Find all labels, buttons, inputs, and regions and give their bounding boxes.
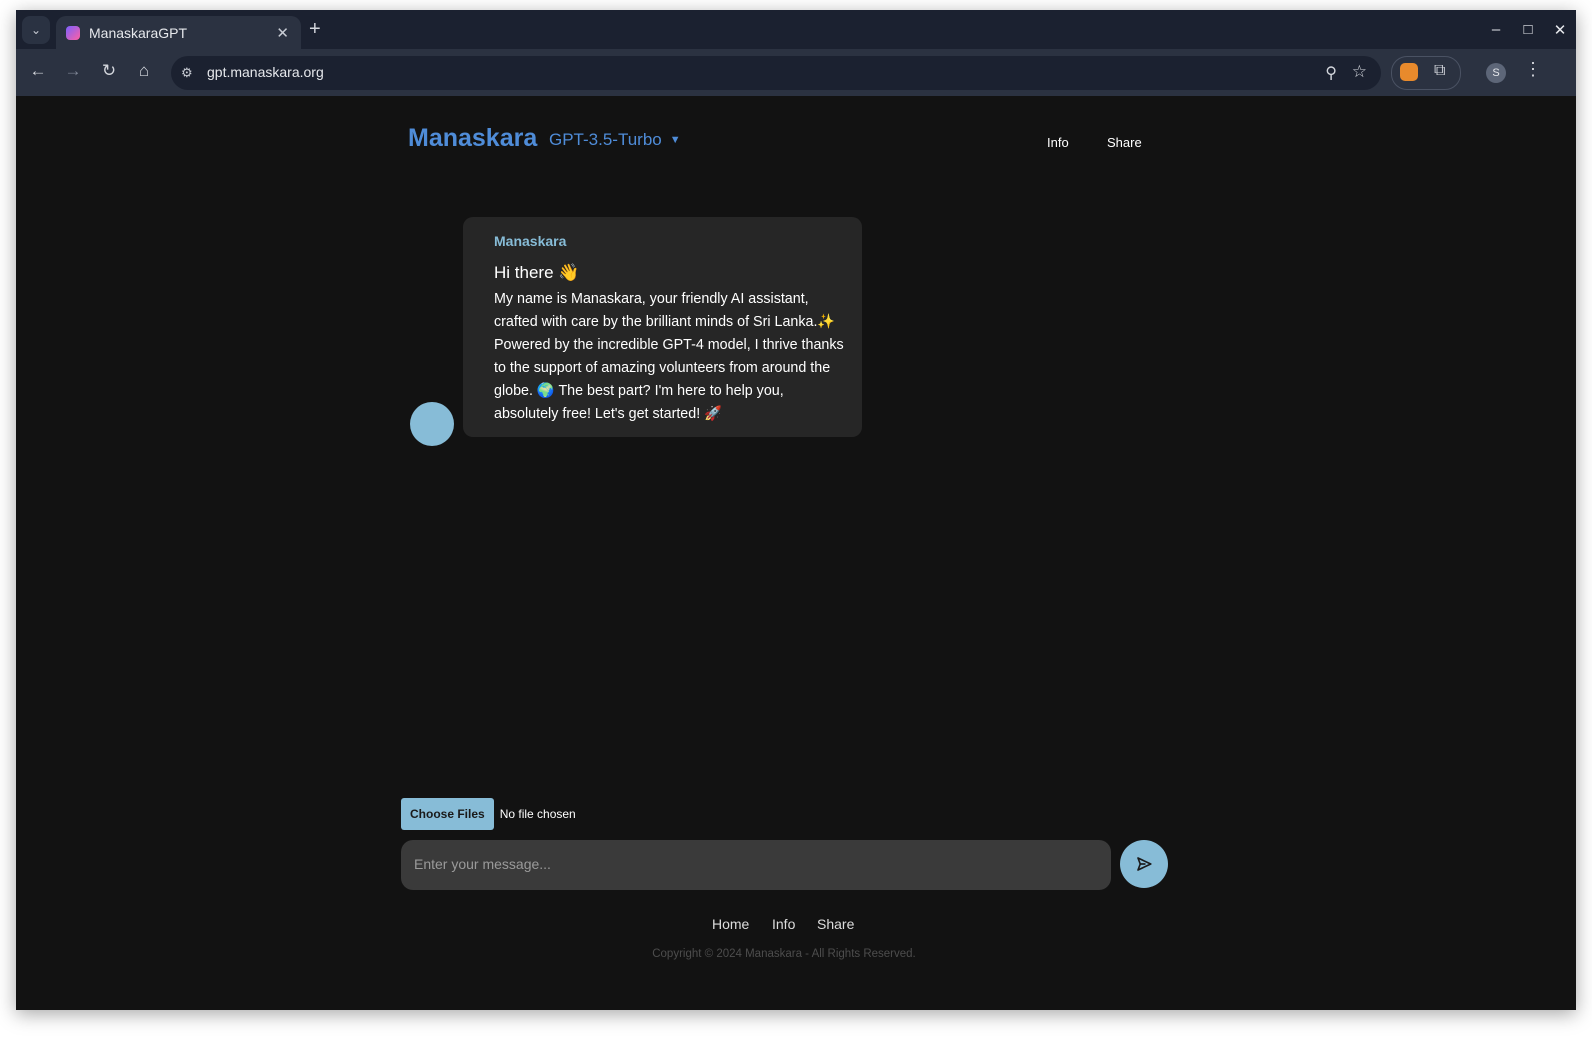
zoom-icon[interactable]: ⚲ (1325, 63, 1337, 83)
new-tab-icon[interactable]: + (309, 18, 321, 41)
message-sender: Manaskara (494, 233, 567, 249)
copyright-text: Copyright © 2024 Manaskara - All Rights … (652, 948, 916, 960)
favicon-icon (66, 26, 80, 40)
footer-info-link[interactable]: Info (772, 916, 795, 932)
tab-search-icon[interactable]: ⌄ (22, 16, 50, 44)
nav-share-link[interactable]: Share (1107, 135, 1142, 150)
footer-home-link[interactable]: Home (712, 916, 749, 932)
tab-bar: ⌄ ManaskaraGPT ✕ + – □ ✕ (16, 10, 1576, 50)
minimize-icon[interactable]: – (1480, 21, 1512, 38)
home-icon[interactable]: ⌂ (132, 61, 156, 81)
back-icon[interactable]: ← (26, 61, 50, 81)
site-info-icon[interactable]: ⚙ (181, 65, 193, 81)
message-bubble: Manaskara Hi there 👋 My name is Manaskar… (463, 217, 862, 437)
message-greeting: Hi there 👋 (494, 263, 580, 282)
send-button[interactable] (1120, 840, 1168, 888)
extensions-group: ⧉ (1391, 56, 1461, 90)
profile-avatar[interactable]: S (1486, 63, 1506, 83)
send-icon (1137, 857, 1152, 871)
extension-fox-icon[interactable] (1400, 63, 1418, 81)
chevron-down-icon: ▼ (669, 134, 681, 146)
model-select-label: GPT-3.5-Turbo (549, 130, 662, 149)
page-content: Manaskara GPT-3.5-Turbo ▼ Info Share Man… (16, 96, 1576, 1010)
message-placeholder: Enter your message... (414, 856, 551, 872)
footer-share-link[interactable]: Share (817, 916, 854, 932)
avatar (410, 402, 454, 446)
reload-icon[interactable]: ↻ (97, 61, 121, 81)
file-input[interactable]: Choose Files No file chosen (401, 798, 576, 830)
extensions-puzzle-icon[interactable]: ⧉ (1434, 62, 1445, 80)
browser-toolbar: ← → ↻ ⌂ ⚙ gpt.manaskara.org ⚲ ☆ ⧉ S ⋮ (16, 49, 1576, 96)
message-input[interactable]: Enter your message... (401, 840, 1111, 890)
forward-icon[interactable]: → (61, 61, 85, 81)
browser-window: ⌄ ManaskaraGPT ✕ + – □ ✕ ← → ↻ ⌂ ⚙ gpt.m… (16, 10, 1576, 1010)
model-select[interactable]: GPT-3.5-Turbo ▼ (549, 130, 681, 150)
brand-title[interactable]: Manaskara (408, 124, 537, 153)
kebab-menu-icon[interactable]: ⋮ (1524, 59, 1542, 80)
window-controls: – □ ✕ (1480, 10, 1576, 49)
maximize-icon[interactable]: □ (1512, 21, 1544, 38)
choose-files-button[interactable]: Choose Files (401, 798, 494, 830)
close-icon[interactable]: ✕ (276, 24, 289, 42)
window-close-icon[interactable]: ✕ (1544, 21, 1576, 39)
file-status: No file chosen (499, 807, 576, 821)
tab-title: ManaskaraGPT (89, 25, 188, 41)
nav-info-link[interactable]: Info (1047, 135, 1069, 150)
browser-tab[interactable]: ManaskaraGPT ✕ (56, 16, 301, 50)
message-text: My name is Manaskara, your friendly AI a… (494, 291, 844, 422)
address-bar[interactable]: ⚙ gpt.manaskara.org ⚲ ☆ (171, 56, 1381, 90)
bookmark-star-icon[interactable]: ☆ (1352, 62, 1367, 82)
url-text[interactable]: gpt.manaskara.org (207, 64, 324, 80)
